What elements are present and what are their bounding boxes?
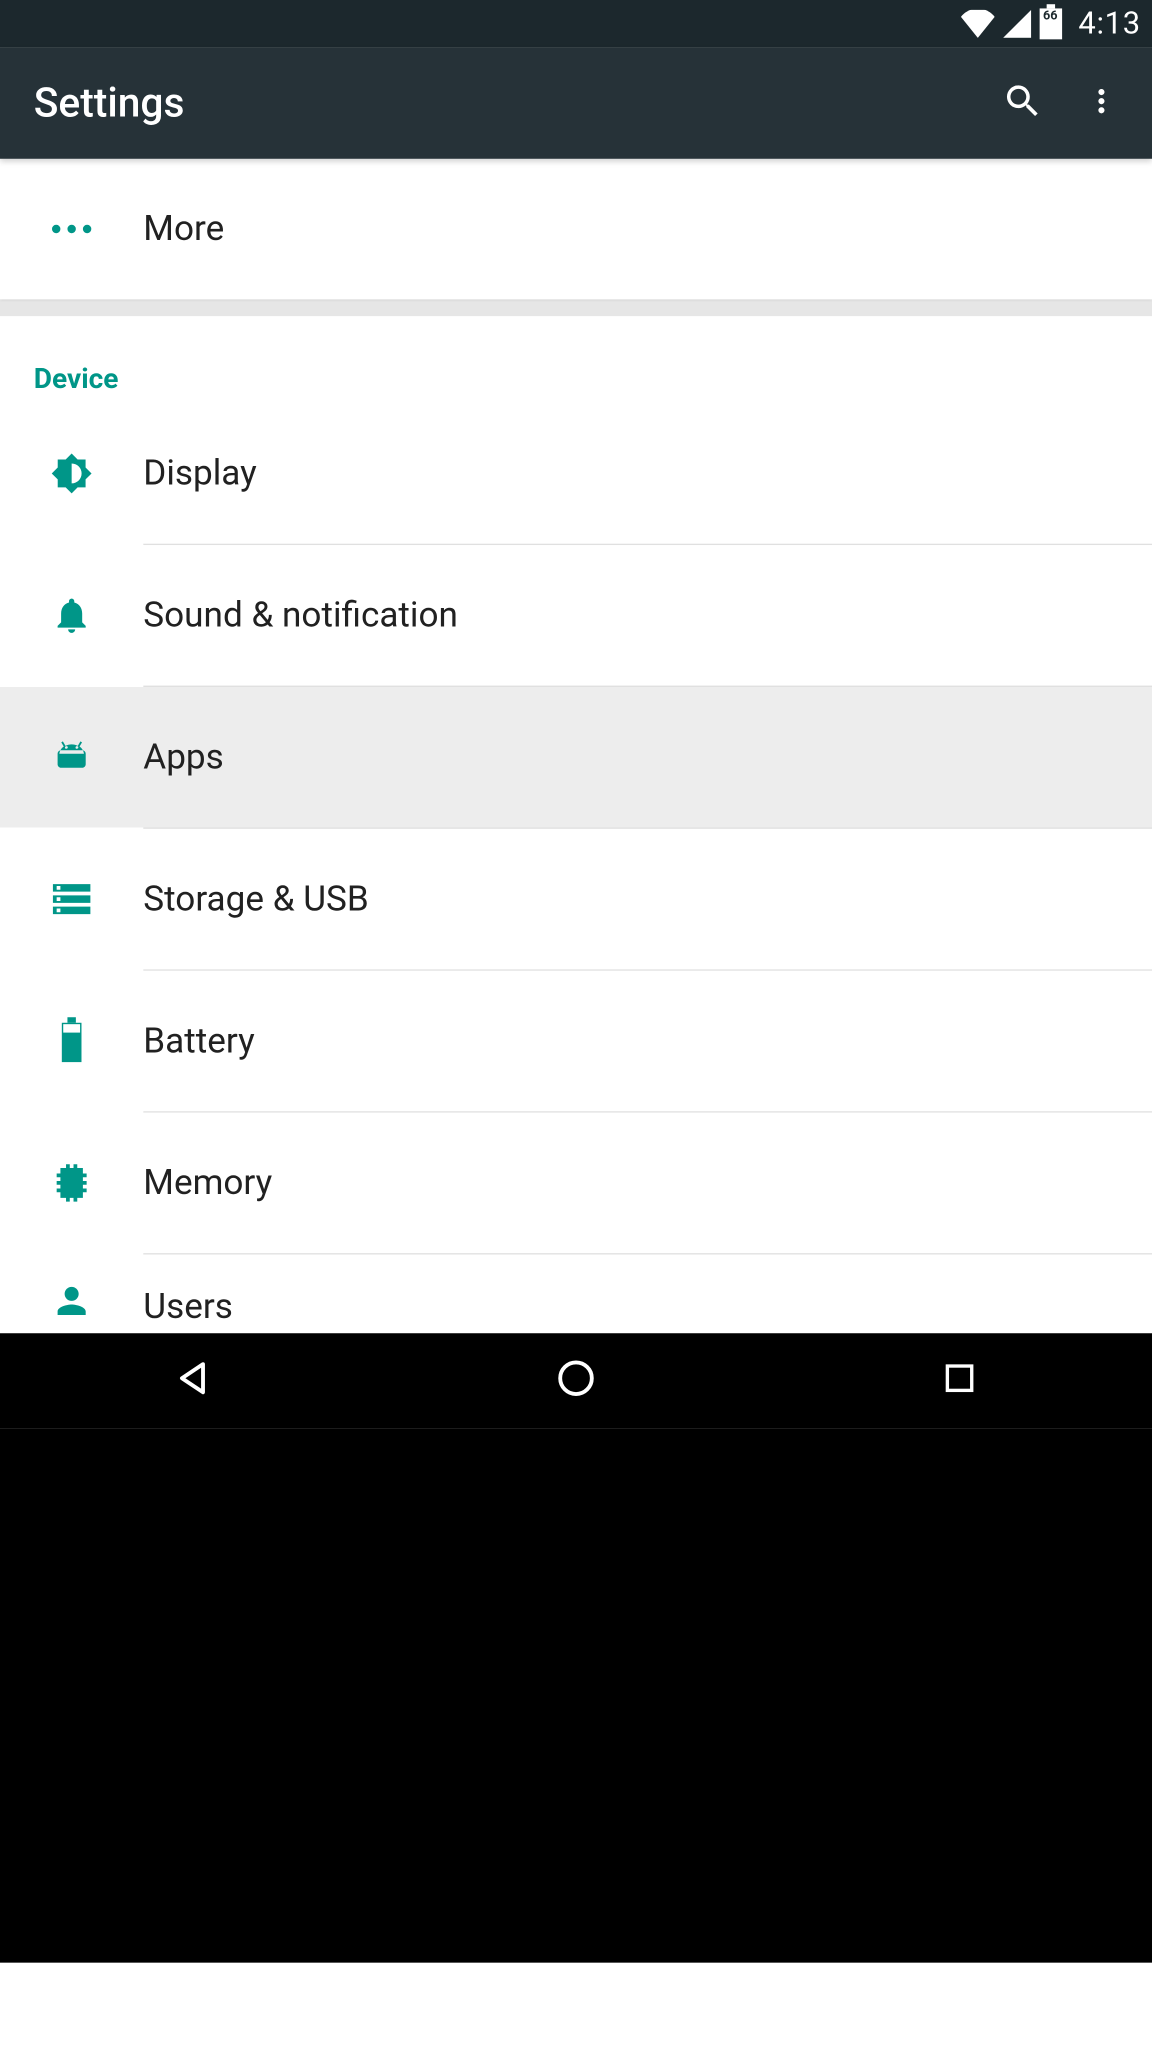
navigation-bar [0, 1333, 1152, 1429]
item-label: Sound & notification [143, 595, 1152, 636]
recents-icon [942, 1360, 979, 1402]
settings-item-memory[interactable]: Memory [0, 1113, 1152, 1253]
app-bar: Settings [0, 48, 1152, 159]
status-clock: 4:13 [1078, 6, 1140, 41]
item-label: Apps [143, 737, 1152, 778]
item-label: Memory [143, 1163, 1152, 1204]
search-button[interactable] [983, 64, 1062, 143]
bottom-fill [0, 1429, 1152, 1963]
settings-item-battery[interactable]: Battery [0, 971, 1152, 1111]
settings-item-more[interactable]: More [0, 159, 1152, 299]
cellular-icon [1003, 10, 1031, 38]
battery-percent: 66 [1039, 10, 1061, 24]
item-label: Display [143, 453, 1152, 494]
wifi-icon [960, 10, 994, 38]
settings-item-display[interactable]: Display [0, 403, 1152, 543]
nav-recents-button[interactable] [930, 1352, 989, 1411]
home-icon [555, 1357, 597, 1405]
overflow-menu-button[interactable] [1062, 64, 1141, 143]
settings-item-apps[interactable]: Apps [0, 687, 1152, 827]
more-vert-icon [1083, 82, 1120, 124]
brightness-icon [0, 403, 143, 543]
android-icon [0, 687, 143, 827]
bell-icon [0, 545, 143, 685]
back-icon [171, 1357, 213, 1405]
settings-item-sound[interactable]: Sound & notification [0, 545, 1152, 685]
page-title: Settings [34, 79, 984, 127]
battery-setting-icon [0, 971, 143, 1111]
chip-icon [0, 1113, 143, 1253]
section-header-label: Device [34, 361, 119, 395]
nav-home-button[interactable] [546, 1352, 605, 1411]
user-icon [0, 1255, 143, 1328]
settings-item-users[interactable]: Users [0, 1255, 1152, 1334]
search-icon [1002, 79, 1044, 127]
item-label: Storage & USB [143, 879, 1152, 920]
status-bar: 66 4:13 [0, 0, 1152, 48]
item-label: Users [143, 1287, 1152, 1328]
nav-back-button[interactable] [162, 1352, 221, 1411]
item-label: Battery [143, 1021, 1152, 1062]
battery-icon: 66 [1039, 8, 1061, 39]
item-label: More [143, 209, 1152, 250]
storage-icon [0, 829, 143, 969]
settings-item-storage[interactable]: Storage & USB [0, 829, 1152, 969]
section-header-device: Device [0, 316, 1152, 403]
more-horiz-icon [0, 159, 143, 299]
